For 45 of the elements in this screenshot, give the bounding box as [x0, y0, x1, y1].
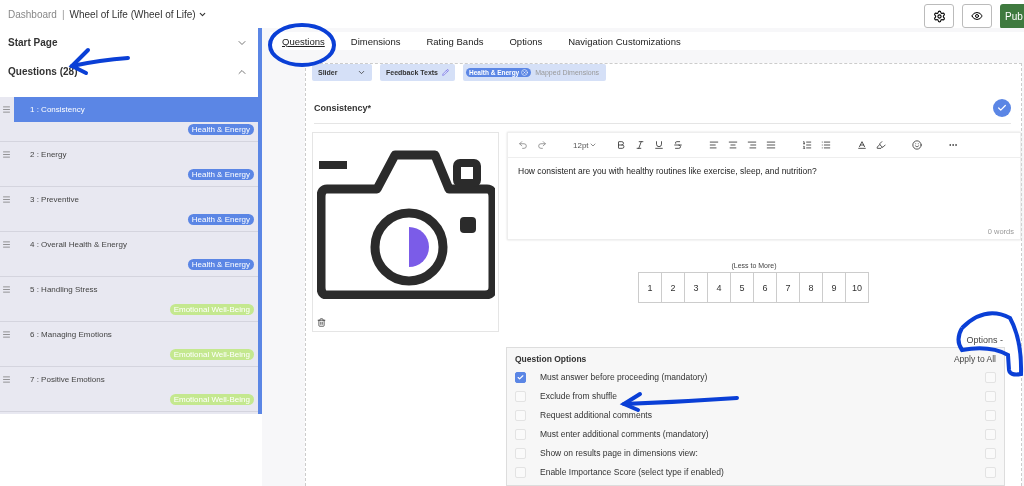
scale-option[interactable]: 8 [799, 272, 823, 303]
option-label: Request additional comments [540, 410, 653, 420]
question-text: How consistent are you with healthy routines like exercise, sleep, and nutrition? [517, 165, 818, 178]
font-size-dropdown[interactable]: 12pt [573, 140, 597, 150]
scale-option[interactable]: 6 [753, 272, 777, 303]
tab[interactable]: Options [509, 35, 543, 47]
panel-title: Question Options [515, 354, 587, 364]
option-label: Must enter additional comments (mandatory) [540, 429, 710, 439]
scale-option[interactable]: 10 [845, 272, 869, 303]
apply-to-all-label: Apply to All [953, 354, 996, 364]
dimension-tag: Health & Energy [187, 124, 254, 135]
dimension-tag: Emotional Well-Being [169, 304, 254, 315]
scale-option[interactable]: 1 [638, 272, 662, 303]
option-label: Show on results page in dimensions view: [540, 448, 699, 458]
tab[interactable]: Questions [282, 35, 325, 47]
dimension-tag: Health & Energy [187, 214, 254, 225]
question-item[interactable]: 6 : Managing Emotions [14, 322, 258, 347]
dimension-tag: Health & Energy [187, 259, 254, 270]
question-item[interactable]: 5 : Handling Stress [14, 277, 258, 302]
dimension-tag: Emotional Well-Being [169, 394, 254, 405]
dimension-tag: Emotional Well-Being [169, 349, 254, 360]
question-item[interactable]: 7 : Positive Emotions [14, 367, 258, 392]
scale-option[interactable]: 7 [776, 272, 800, 303]
tab[interactable]: Dimensions [350, 35, 401, 47]
tab[interactable]: Rating Bands [426, 35, 484, 47]
survey-selector[interactable]: Wheel of Life (Wheel of Life) [69, 8, 207, 20]
option-label: Exclude from shuffle [540, 391, 618, 401]
question-item[interactable]: 3 : Preventive [14, 187, 258, 212]
option-label: Must answer before proceeding (mandatory) [540, 372, 709, 382]
publish-button[interactable]: Pub [1000, 3, 1024, 29]
scale-option[interactable]: 9 [822, 272, 846, 303]
question-item[interactable]: 2 : Energy [14, 142, 258, 167]
option-label: Enable Importance Score (select type if enabled) [540, 467, 725, 477]
scale-option[interactable]: 4 [707, 272, 731, 303]
scale-option[interactable]: 5 [730, 272, 754, 303]
scale-option[interactable]: 3 [684, 272, 708, 303]
dimension-tag: Health & Energy [187, 169, 254, 180]
tab[interactable]: Navigation Customizations [568, 35, 681, 47]
scale-option[interactable]: 2 [661, 272, 685, 303]
question-item[interactable]: 4 : Overall Health & Energy [14, 232, 258, 257]
options-toggle[interactable]: Options - [966, 335, 1003, 345]
breadcrumb-separator: | [61, 8, 65, 20]
question-item[interactable]: 1 : Consistency [14, 97, 258, 122]
question-title: Consistency* [314, 103, 372, 113]
breadcrumb-link[interactable]: Dashboard [8, 8, 57, 20]
